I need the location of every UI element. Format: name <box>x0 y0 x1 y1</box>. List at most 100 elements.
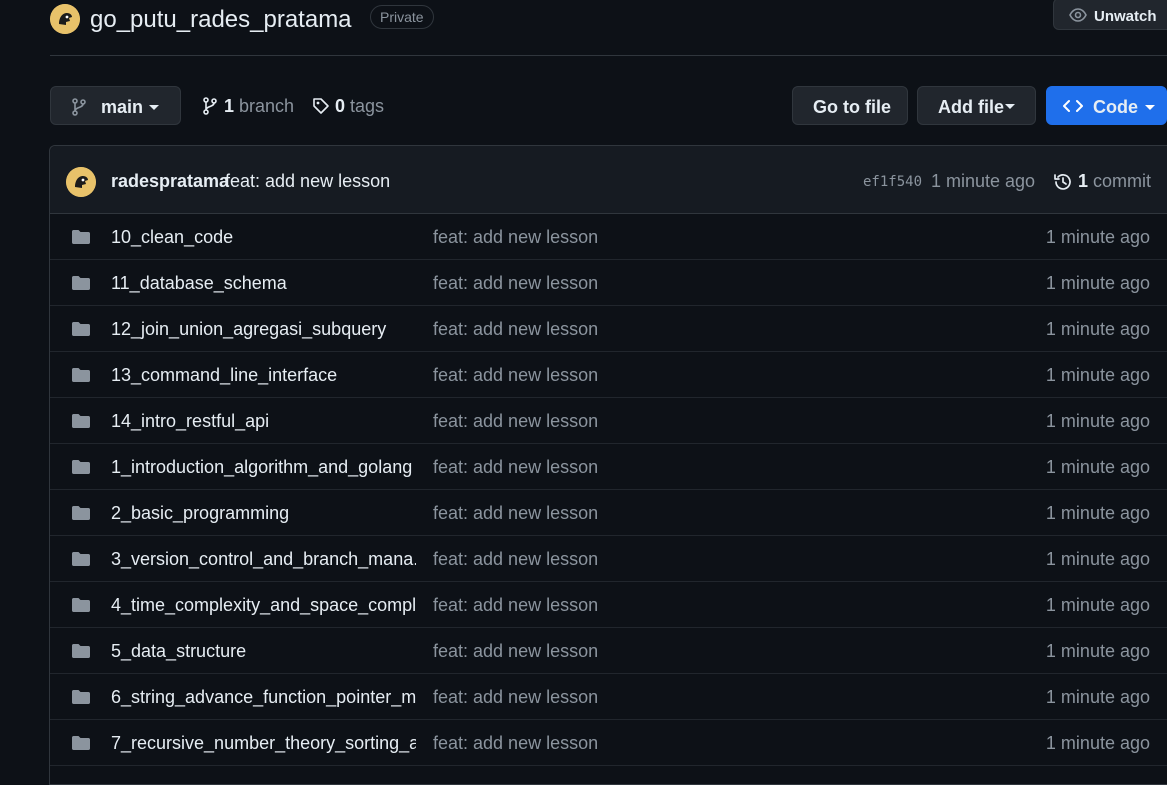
file-commit-age: 1 minute ago <box>1045 687 1150 707</box>
file-commit-message[interactable]: feat: add new lesson <box>433 227 598 248</box>
code-button[interactable]: Code <box>1046 86 1167 125</box>
commit-count: 1 <box>1078 171 1089 191</box>
folder-icon <box>71 505 91 526</box>
commit-message[interactable]: feat: add new lesson <box>225 171 390 192</box>
file-commit-age: 1 minute ago <box>1045 365 1150 385</box>
folder-icon <box>71 275 91 296</box>
table-row[interactable]: 5_data_structure feat: add new lesson 1 mi… <box>50 628 1167 674</box>
table-row[interactable]: 10_clean_code feat: add new lesson 1 minut… <box>50 214 1167 260</box>
file-name-link[interactable]: 7_recursive_number_theory_sorting_a... <box>111 733 416 754</box>
file-name-link[interactable]: 13_command_line_interface <box>111 365 416 386</box>
table-row[interactable]: 7_recursive_number_theory_sorting_a... fe… <box>50 720 1167 766</box>
folder-icon <box>71 321 91 342</box>
unwatch-button[interactable]: Unwatch <box>1053 0 1167 30</box>
table-row[interactable]: 12_join_union_agregasi_subquery feat: add… <box>50 306 1167 352</box>
file-commit-message[interactable]: feat: add new lesson <box>433 503 598 524</box>
repo-name[interactable]: go_putu_rades_pratama <box>90 6 352 34</box>
file-browser: radespratama feat: add new lesson ef1f54… <box>49 145 1167 785</box>
folder-icon <box>71 643 91 664</box>
table-row[interactable]: 14_intro_restful_api feat: add new lesson… <box>50 398 1167 444</box>
file-commit-age: 1 minute ago <box>1045 733 1150 753</box>
owner-avatar[interactable] <box>50 4 80 34</box>
commit-history-link[interactable]: 1 commit <box>1053 171 1151 192</box>
table-row[interactable]: 11_database_schema feat: add new lesson 1 … <box>50 260 1167 306</box>
branch-count: 1 <box>224 96 235 116</box>
file-commit-age: 1 minute ago <box>1045 227 1150 247</box>
file-name-link[interactable]: 2_basic_programming <box>111 503 416 524</box>
file-commit-age: 1 minute ago <box>1045 549 1150 569</box>
file-commit-age: 1 minute ago <box>1045 457 1150 477</box>
table-row[interactable]: 13_command_line_interface feat: add new l… <box>50 352 1167 398</box>
file-name-link[interactable]: 12_join_union_agregasi_subquery <box>111 319 416 340</box>
tag-icon <box>312 97 330 120</box>
file-commit-message[interactable]: feat: add new lesson <box>433 595 598 616</box>
table-row[interactable]: 4_time_complexity_and_space_compl... feat… <box>50 582 1167 628</box>
repo-toolbar: main 1 branch 0 tags Go to file Add file… <box>50 86 1167 126</box>
file-commit-age: 1 minute ago <box>1045 503 1150 523</box>
file-commit-message[interactable]: feat: add new lesson <box>433 549 598 570</box>
commit-sha[interactable]: ef1f540 <box>863 174 922 190</box>
branch-name: main <box>101 97 144 117</box>
unwatch-label: Unwatch <box>1094 8 1157 25</box>
latest-commit-bar: radespratama feat: add new lesson ef1f54… <box>50 146 1167 214</box>
commit-time: 1 minute ago <box>931 171 1036 191</box>
folder-icon <box>71 459 91 480</box>
tag-word: tags <box>350 96 385 116</box>
table-row[interactable]: 6_string_advance_function_pointer_m... fe… <box>50 674 1167 720</box>
code-label: Code <box>1093 97 1138 117</box>
author-avatar[interactable] <box>66 167 96 197</box>
git-branch-icon <box>71 98 87 121</box>
file-name-link[interactable]: 4_time_complexity_and_space_compl... <box>111 595 416 616</box>
folder-icon <box>71 689 91 710</box>
file-commit-age: 1 minute ago <box>1045 595 1150 615</box>
folder-icon <box>71 229 91 250</box>
table-row[interactable]: 1_introduction_algorithm_and_golang feat:… <box>50 444 1167 490</box>
file-commit-age: 1 minute ago <box>1045 641 1150 661</box>
file-name-link[interactable]: 11_database_schema <box>111 273 416 294</box>
file-commit-message[interactable]: feat: add new lesson <box>433 687 598 708</box>
file-list: 10_clean_code feat: add new lesson 1 minut… <box>50 214 1167 766</box>
file-commit-message[interactable]: feat: add new lesson <box>433 411 598 432</box>
commit-word: commit <box>1093 171 1152 191</box>
file-commit-message[interactable]: feat: add new lesson <box>433 319 598 340</box>
go-to-file-button[interactable]: Go to file <box>792 86 908 125</box>
file-name-link[interactable]: 1_introduction_algorithm_and_golang <box>111 457 416 478</box>
file-commit-message[interactable]: feat: add new lesson <box>433 641 598 662</box>
add-file-button[interactable]: Add file <box>917 86 1036 125</box>
folder-icon <box>71 367 91 388</box>
folder-icon <box>71 597 91 618</box>
caret-down-icon <box>149 105 159 110</box>
history-icon <box>1053 172 1073 197</box>
file-name-link[interactable]: 3_version_control_and_branch_mana... <box>111 549 416 570</box>
caret-down-icon <box>1005 104 1015 109</box>
file-commit-age: 1 minute ago <box>1045 411 1150 431</box>
file-name-link[interactable]: 14_intro_restful_api <box>111 411 416 432</box>
file-commit-age: 1 minute ago <box>1045 273 1150 293</box>
commit-author[interactable]: radespratama <box>111 171 229 192</box>
table-row[interactable]: 3_version_control_and_branch_mana... feat… <box>50 536 1167 582</box>
folder-icon <box>71 735 91 756</box>
branch-select[interactable]: main <box>50 86 181 125</box>
file-name-link[interactable]: 5_data_structure <box>111 641 416 662</box>
file-commit-message[interactable]: feat: add new lesson <box>433 365 598 386</box>
eye-icon <box>1069 7 1087 27</box>
folder-icon <box>71 413 91 434</box>
file-name-link[interactable]: 10_clean_code <box>111 227 416 248</box>
code-icon <box>1063 98 1083 119</box>
header-divider <box>50 55 1167 56</box>
add-file-label: Add file <box>938 97 1004 117</box>
branch-word: branch <box>239 96 295 116</box>
visibility-badge: Private <box>370 5 434 29</box>
go-to-file-label: Go to file <box>813 97 891 117</box>
file-commit-message[interactable]: feat: add new lesson <box>433 273 598 294</box>
repo-header: go_putu_rades_pratama Private Unwatch <box>50 0 1167 36</box>
file-commit-message[interactable]: feat: add new lesson <box>433 733 598 754</box>
branches-link[interactable]: 1 branch <box>202 96 294 117</box>
file-commit-message[interactable]: feat: add new lesson <box>433 457 598 478</box>
folder-icon <box>71 551 91 572</box>
file-name-link[interactable]: 6_string_advance_function_pointer_m... <box>111 687 416 708</box>
tags-link[interactable]: 0 tags <box>312 96 384 117</box>
table-row[interactable]: 2_basic_programming feat: add new lesson 1… <box>50 490 1167 536</box>
git-branch-icon <box>202 97 218 120</box>
caret-down-icon <box>1145 105 1155 110</box>
